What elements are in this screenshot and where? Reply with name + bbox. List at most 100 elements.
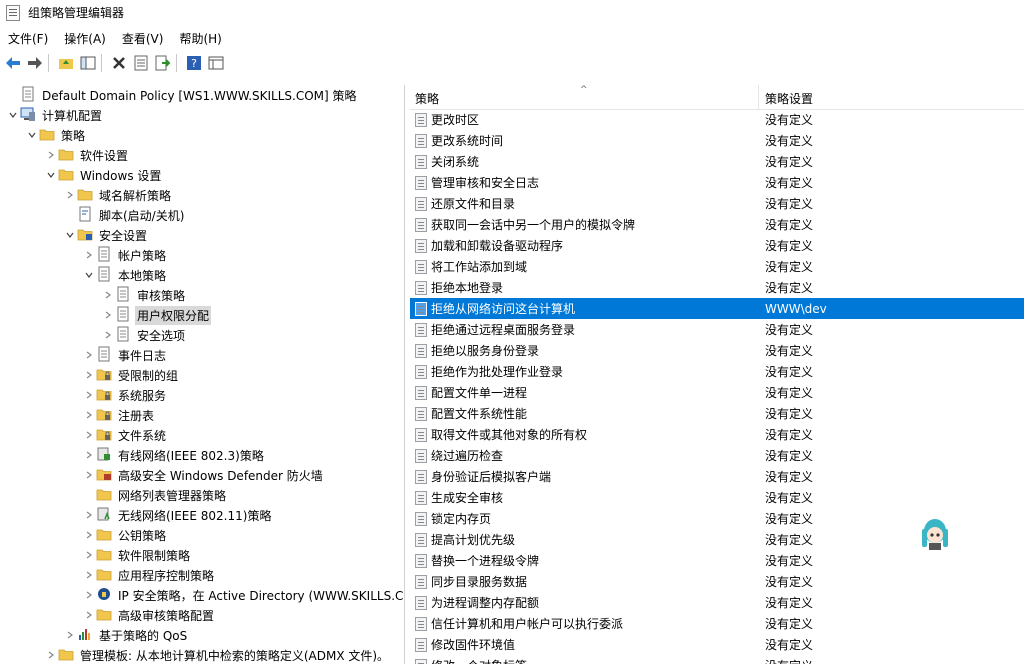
policy-row[interactable]: 获取同一会话中另一个用户的模拟令牌 没有定义 — [410, 214, 1024, 235]
export-icon[interactable] — [154, 54, 172, 72]
tree-node[interactable]: 计算机配置 — [0, 105, 404, 125]
collapsed-chevron-icon[interactable] — [44, 645, 58, 664]
tree-node[interactable]: 网络列表管理器策略 — [0, 485, 404, 505]
tree-node[interactable]: 域名解析策略 — [0, 185, 404, 205]
expanded-chevron-icon[interactable] — [82, 265, 96, 285]
collapsed-chevron-icon[interactable] — [82, 505, 96, 525]
expanded-chevron-icon[interactable] — [44, 165, 58, 185]
tree-node[interactable]: 公钥策略 — [0, 525, 404, 545]
collapsed-chevron-icon[interactable] — [82, 605, 96, 625]
collapsed-chevron-icon[interactable] — [82, 365, 96, 385]
properties-icon[interactable] — [132, 54, 150, 72]
collapsed-chevron-icon[interactable] — [101, 305, 115, 325]
policy-row[interactable]: 信任计算机和用户帐户可以执行委派 没有定义 — [410, 613, 1024, 634]
column-header-setting[interactable]: 策略设置 — [765, 90, 813, 107]
menu-help[interactable]: 帮助(H) — [171, 30, 229, 47]
policy-row[interactable]: 生成安全审核 没有定义 — [410, 487, 1024, 508]
tree-node[interactable]: 注册表 — [0, 405, 404, 425]
collapsed-chevron-icon[interactable] — [82, 565, 96, 585]
collapsed-chevron-icon[interactable] — [82, 345, 96, 365]
tree-node[interactable]: 高级安全 Windows Defender 防火墙 — [0, 465, 404, 485]
tree-node[interactable]: 帐户策略 — [0, 245, 404, 265]
tree-node[interactable]: Windows 设置 — [0, 165, 404, 185]
collapsed-chevron-icon[interactable] — [101, 285, 115, 305]
security-settings-icon — [77, 226, 97, 245]
tree-node[interactable]: 审核策略 — [0, 285, 404, 305]
collapsed-chevron-icon[interactable] — [63, 185, 77, 205]
policy-list-pane[interactable]: ^ 策略 策略设置 更改时区 没有定义 更改系统时间 没有定义 关闭系统 没有定义 管理审核… — [410, 85, 1024, 664]
policy-row[interactable]: 修改一个对象标签没有定义 — [410, 655, 1024, 664]
tree-node[interactable]: 本地策略 — [0, 265, 404, 285]
tree-node[interactable]: 脚本(启动/关机) — [0, 205, 404, 225]
tree-node[interactable]: 策略 — [0, 125, 404, 145]
tree-node[interactable]: 软件设置 — [0, 145, 404, 165]
policy-row[interactable]: 拒绝作为批处理作业登录 没有定义 — [410, 361, 1024, 382]
policy-row[interactable]: 拒绝以服务身份登录 没有定义 — [410, 340, 1024, 361]
tree-node[interactable]: 用户权限分配 — [0, 305, 404, 325]
tree-node[interactable]: 受限制的组 — [0, 365, 404, 385]
tree-node[interactable]: 基于策略的 QoS — [0, 625, 404, 645]
policy-row[interactable]: 加载和卸载设备驱动程序 没有定义 — [410, 235, 1024, 256]
expanded-chevron-icon[interactable] — [25, 125, 39, 145]
collapsed-chevron-icon[interactable] — [82, 385, 96, 405]
policy-row[interactable]: 还原文件和目录 没有定义 — [410, 193, 1024, 214]
menu-file[interactable]: 文件(F) — [0, 30, 56, 47]
expanded-chevron-icon[interactable] — [6, 105, 20, 125]
expanded-chevron-icon[interactable] — [63, 225, 77, 245]
policy-row[interactable]: 配置文件系统性能 没有定义 — [410, 403, 1024, 424]
policy-row[interactable]: 身份验证后模拟客户端 没有定义 — [410, 466, 1024, 487]
tree-node[interactable]: 安全设置 — [0, 225, 404, 245]
menu-view[interactable]: 查看(V) — [114, 30, 172, 47]
policy-row[interactable]: 取得文件或其他对象的所有权 没有定义 — [410, 424, 1024, 445]
policy-row[interactable]: 绕过遍历检查 没有定义 — [410, 445, 1024, 466]
tree-node[interactable]: 文件系统 — [0, 425, 404, 445]
collapsed-chevron-icon[interactable] — [82, 585, 96, 605]
view-icon[interactable] — [207, 54, 225, 72]
show-tree-icon[interactable] — [79, 54, 97, 72]
tree-node[interactable]: 事件日志 — [0, 345, 404, 365]
collapsed-chevron-icon[interactable] — [82, 545, 96, 565]
collapsed-chevron-icon[interactable] — [63, 625, 77, 645]
collapsed-chevron-icon[interactable] — [44, 145, 58, 165]
tree-node[interactable]: IP 安全策略，在 Active Directory (WWW.SKILLS.C… — [0, 585, 404, 605]
policy-row[interactable]: 为进程调整内存配额 没有定义 — [410, 592, 1024, 613]
back-icon[interactable] — [4, 54, 22, 72]
tree-node[interactable]: 软件限制策略 — [0, 545, 404, 565]
column-separator[interactable] — [758, 85, 759, 109]
tree-node[interactable]: 安全选项 — [0, 325, 404, 345]
collapsed-chevron-icon[interactable] — [101, 325, 115, 345]
policy-row[interactable]: 拒绝通过远程桌面服务登录 没有定义 — [410, 319, 1024, 340]
collapsed-chevron-icon[interactable] — [82, 405, 96, 425]
policy-row[interactable]: 更改时区 没有定义 — [410, 109, 1024, 130]
collapsed-chevron-icon[interactable] — [82, 525, 96, 545]
tree-node[interactable]: 管理模板: 从本地计算机中检索的策略定义(ADMX 文件)。 — [0, 645, 404, 664]
policy-row[interactable]: 拒绝本地登录 没有定义 — [410, 277, 1024, 298]
policy-row[interactable]: 拒绝从网络访问这台计算机 WWW\dev — [410, 298, 1024, 319]
collapsed-chevron-icon[interactable] — [82, 445, 96, 465]
tree-node[interactable]: 无线网络(IEEE 802.11)策略 — [0, 505, 404, 525]
tree-pane[interactable]: Default Domain Policy [WS1.WWW.SKILLS.CO… — [0, 85, 405, 664]
policy-row[interactable]: 修改固件环境值 没有定义 — [410, 634, 1024, 655]
policy-row[interactable]: 关闭系统 没有定义 — [410, 151, 1024, 172]
policy-row[interactable]: 同步目录服务数据 没有定义 — [410, 571, 1024, 592]
help-icon[interactable]: ? — [185, 54, 203, 72]
collapsed-chevron-icon[interactable] — [82, 465, 96, 485]
tree-node[interactable]: 系统服务 — [0, 385, 404, 405]
tree-node[interactable]: 有线网络(IEEE 802.3)策略 — [0, 445, 404, 465]
tree-node[interactable]: 高级审核策略配置 — [0, 605, 404, 625]
policy-row[interactable]: 管理审核和安全日志 没有定义 — [410, 172, 1024, 193]
policy-setting-value: 没有定义 — [765, 449, 814, 463]
forward-icon[interactable] — [26, 54, 44, 72]
policy-row[interactable]: 配置文件单一进程 没有定义 — [410, 382, 1024, 403]
tree-node[interactable]: 应用程序控制策略 — [0, 565, 404, 585]
up-folder-icon[interactable] — [57, 54, 75, 72]
collapsed-chevron-icon[interactable] — [82, 245, 96, 265]
collapsed-chevron-icon[interactable] — [82, 425, 96, 445]
tree-node[interactable]: Default Domain Policy [WS1.WWW.SKILLS.CO… — [0, 85, 404, 105]
policy-row[interactable]: 将工作站添加到域 没有定义 — [410, 256, 1024, 277]
policy-row[interactable]: 更改系统时间 没有定义 — [410, 130, 1024, 151]
column-header-policy[interactable]: 策略 — [415, 90, 439, 107]
menu-action[interactable]: 操作(A) — [56, 30, 114, 47]
policy-row[interactable]: 替换一个进程级令牌 没有定义 — [410, 550, 1024, 571]
delete-icon[interactable] — [110, 54, 128, 72]
